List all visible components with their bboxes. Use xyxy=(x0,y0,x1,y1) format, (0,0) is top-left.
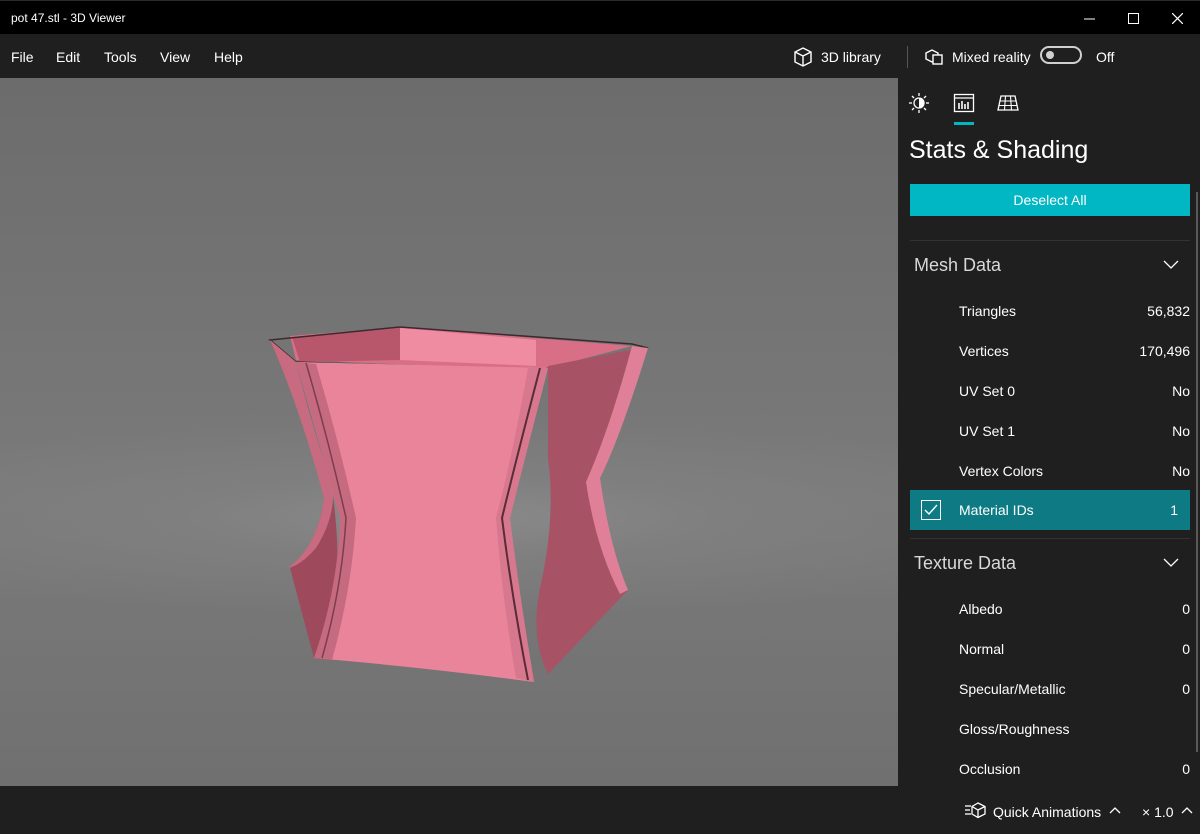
chevron-down-icon[interactable] xyxy=(1163,558,1179,568)
close-button[interactable] xyxy=(1154,1,1200,35)
close-icon xyxy=(1171,12,1183,24)
row-label: Gloss/Roughness xyxy=(959,721,1070,737)
panel-scrollbar[interactable] xyxy=(1196,192,1198,752)
row-label: UV Set 0 xyxy=(959,383,1016,399)
minimize-button[interactable] xyxy=(1066,1,1112,35)
texture-data-header[interactable]: Texture Data xyxy=(914,553,1016,574)
list-item[interactable]: Gloss/Roughness xyxy=(910,709,1190,749)
deselect-all-button[interactable]: Deselect All xyxy=(910,184,1190,216)
mixed-reality-state: Off xyxy=(1096,49,1115,65)
stats-panel: Stats & Shading Deselect All Mesh Data T… xyxy=(898,78,1200,786)
chevron-down-icon[interactable] xyxy=(1163,260,1179,270)
toggle-knob xyxy=(1046,51,1054,59)
minimize-icon xyxy=(1083,18,1095,19)
divider xyxy=(910,538,1190,539)
divider xyxy=(910,240,1190,241)
stats-icon xyxy=(953,93,975,113)
list-item-selected[interactable]: Material IDs 1 xyxy=(910,490,1190,530)
row-value: 0 xyxy=(1182,761,1190,777)
row-value: No xyxy=(1172,423,1190,439)
row-label: Normal xyxy=(959,641,1005,657)
menu-view[interactable]: View xyxy=(160,49,190,65)
quick-animations-button[interactable]: Quick Animations xyxy=(993,804,1101,820)
animation-icon xyxy=(965,802,986,819)
menu-bar: File Edit Tools View Help 3D library Mix… xyxy=(0,34,1200,78)
maximize-button[interactable] xyxy=(1110,1,1156,35)
animation-speed[interactable]: × 1.0 xyxy=(1142,804,1174,820)
menu-tools[interactable]: Tools xyxy=(104,49,137,65)
row-checkbox[interactable] xyxy=(921,500,941,520)
active-tab-indicator xyxy=(954,122,974,125)
panel-title: Stats & Shading xyxy=(909,136,1089,164)
row-label: Specular/Metallic xyxy=(959,681,1066,697)
grid-icon xyxy=(997,95,1019,111)
row-label: Occlusion xyxy=(959,761,1021,777)
chevron-up-icon[interactable] xyxy=(1109,806,1121,814)
cube-icon xyxy=(794,47,812,67)
list-item[interactable]: Occlusion 0 xyxy=(910,749,1190,786)
row-label: Triangles xyxy=(959,303,1017,319)
menu-file[interactable]: File xyxy=(11,49,34,65)
chevron-up-icon[interactable] xyxy=(1181,806,1193,814)
pot-model[interactable] xyxy=(0,78,898,786)
row-value: 1 xyxy=(1170,502,1178,518)
window-title: pot 47.stl - 3D Viewer xyxy=(11,11,126,25)
stats-tab[interactable] xyxy=(953,92,975,114)
list-item[interactable]: Normal 0 xyxy=(910,629,1190,669)
status-bar: Quick Animations × 1.0 xyxy=(0,786,1200,834)
row-value: No xyxy=(1172,383,1190,399)
row-label: Albedo xyxy=(959,601,1003,617)
grid-tab[interactable] xyxy=(997,92,1019,114)
list-item[interactable]: Triangles 56,832 xyxy=(910,291,1190,331)
mixed-reality-label: Mixed reality xyxy=(952,49,1031,65)
row-label: Vertex Colors xyxy=(959,463,1044,479)
mixed-reality-button[interactable]: Mixed reality xyxy=(924,45,1031,69)
checkmark-icon xyxy=(924,504,938,516)
menu-edit[interactable]: Edit xyxy=(56,49,80,65)
3d-library-button[interactable]: 3D library xyxy=(793,45,881,69)
row-value: No xyxy=(1172,463,1190,479)
mesh-data-header[interactable]: Mesh Data xyxy=(914,255,1001,276)
row-label: UV Set 1 xyxy=(959,423,1016,439)
mixed-reality-icon xyxy=(925,49,943,65)
row-value: 0 xyxy=(1182,641,1190,657)
list-item[interactable]: Albedo 0 xyxy=(910,589,1190,629)
row-label: Material IDs xyxy=(959,502,1034,518)
lighting-icon xyxy=(909,93,929,113)
row-value: 0 xyxy=(1182,681,1190,697)
lighting-tab[interactable] xyxy=(908,92,930,114)
list-item[interactable]: Specular/Metallic 0 xyxy=(910,669,1190,709)
list-item[interactable]: Vertices 170,496 xyxy=(910,331,1190,371)
row-value: 0 xyxy=(1182,601,1190,617)
3d-viewport[interactable] xyxy=(0,78,898,786)
title-bar: pot 47.stl - 3D Viewer xyxy=(0,0,1200,35)
3d-library-label: 3D library xyxy=(821,49,881,65)
toolbar-separator xyxy=(907,46,908,68)
menu-help[interactable]: Help xyxy=(214,49,243,65)
mixed-reality-toggle[interactable] xyxy=(1040,46,1082,64)
row-value: 56,832 xyxy=(1147,303,1190,319)
maximize-icon xyxy=(1127,12,1139,24)
row-value: 170,496 xyxy=(1139,343,1190,359)
list-item[interactable]: Vertex Colors No xyxy=(910,451,1190,491)
list-item[interactable]: UV Set 1 No xyxy=(910,411,1190,451)
list-item[interactable]: UV Set 0 No xyxy=(910,371,1190,411)
row-label: Vertices xyxy=(959,343,1009,359)
